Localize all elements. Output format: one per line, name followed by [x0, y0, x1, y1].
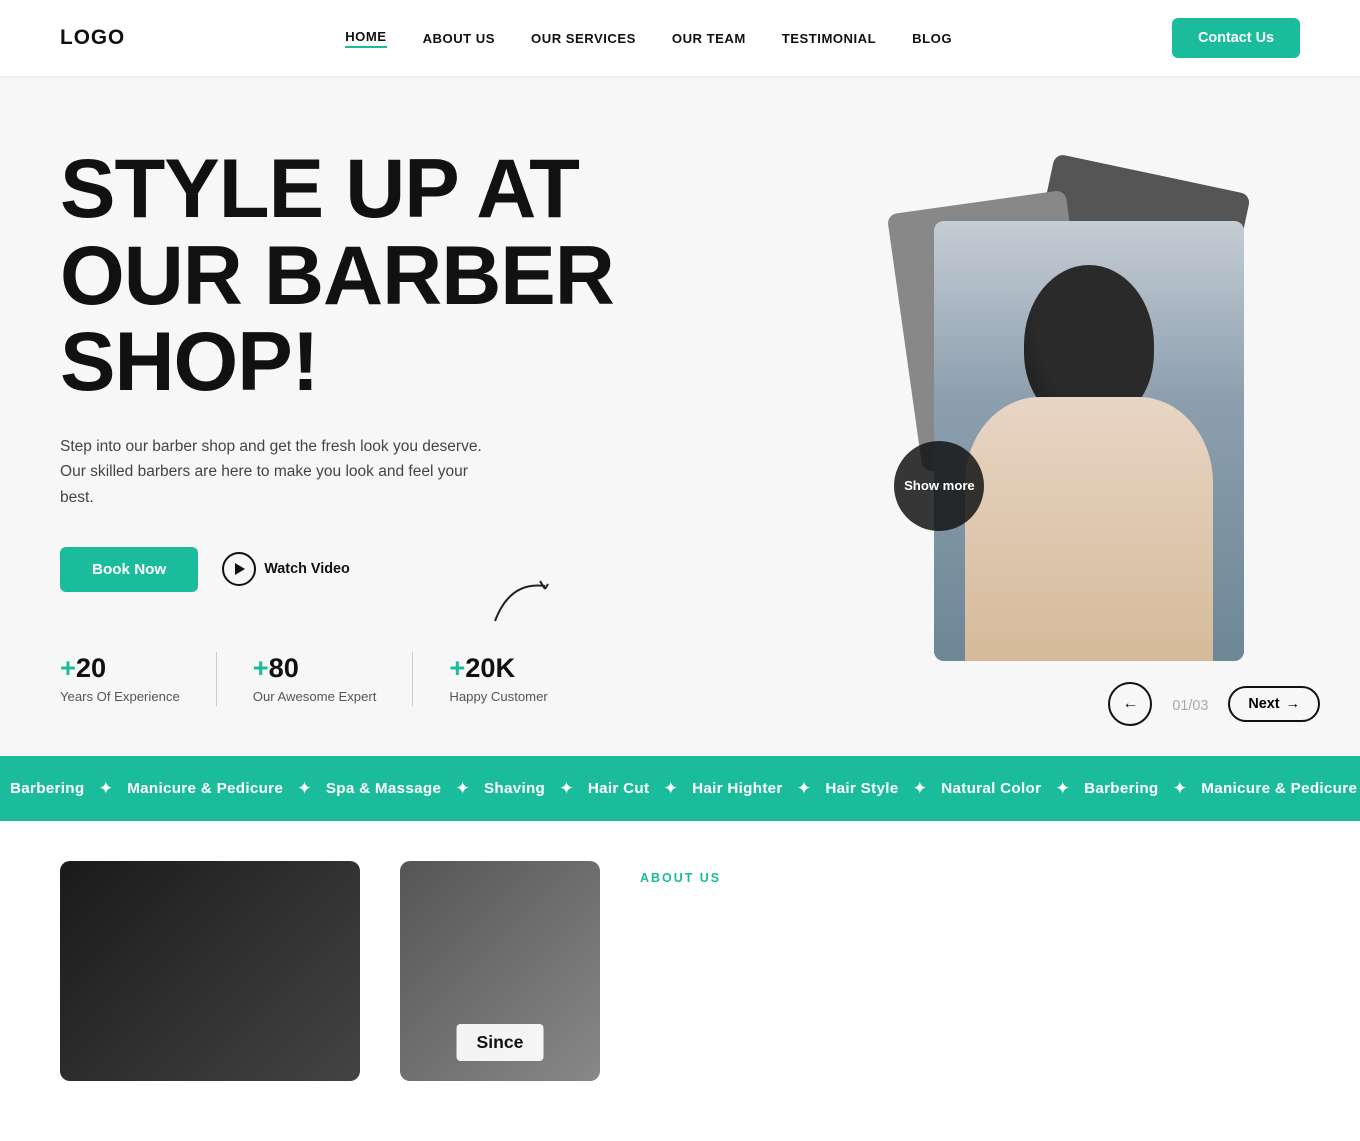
ticker-item-7: Natural Color	[931, 780, 1051, 797]
person-silhouette	[934, 221, 1244, 661]
nav-item-home[interactable]: HOME	[345, 29, 386, 48]
ticker-separator: ✦	[797, 778, 812, 799]
about-label: ABOUT US	[640, 871, 1300, 885]
ticker-item-0: Barbering	[1074, 780, 1168, 797]
header: LOGO HOME ABOUT US OUR SERVICES OUR TEAM TES…	[0, 0, 1360, 76]
stat-number-1: +80	[253, 652, 377, 684]
photo-stack: Show more	[904, 171, 1244, 691]
hero-left: STYLE UP AT OUR BARBER SHOP! Step into o…	[0, 76, 789, 756]
next-label: Next	[1248, 696, 1279, 712]
main-nav: HOME ABOUT US OUR SERVICES OUR TEAM TESTIMON…	[345, 29, 952, 48]
decorative-arrow	[490, 571, 840, 636]
ticker-separator: ✦	[663, 778, 678, 799]
ticker-separator: ✦	[297, 778, 312, 799]
watch-video-button[interactable]: Watch Video	[222, 552, 350, 586]
stat-label-0: Years Of Experience	[60, 688, 180, 706]
video-button-label: Watch Video	[264, 561, 350, 577]
ticker-item-2: Spa & Massage	[316, 780, 451, 797]
ticker-inner: Barbering✦Manicure & Pedicure✦Spa & Mass…	[0, 778, 1360, 799]
hero-right: Show more ← 01/03 Next →	[789, 76, 1360, 756]
arrow-right-icon: →	[1286, 696, 1300, 712]
hero-title: STYLE UP AT OUR BARBER SHOP!	[60, 146, 729, 406]
ticker-item-3: Shaving	[474, 780, 555, 797]
ticker-separator: ✦	[1055, 778, 1070, 799]
logo[interactable]: LOGO	[60, 26, 125, 50]
about-image-right: Since	[400, 861, 600, 1081]
stat-label-1: Our Awesome Expert	[253, 688, 377, 706]
nav-item-blog[interactable]: BLOG	[912, 31, 952, 46]
current-page: 01/	[1172, 698, 1192, 714]
play-icon	[222, 552, 256, 586]
ticker-item-1: Manicure & Pedicure	[117, 780, 293, 797]
ticker-separator: ✦	[1173, 778, 1188, 799]
book-now-button[interactable]: Book Now	[60, 547, 198, 592]
stat-item-2: +20K Happy Customer	[449, 652, 583, 706]
arrow-left-icon: ←	[1122, 695, 1138, 713]
hero-pagination: ← 01/03 Next →	[1108, 682, 1320, 726]
nav-item-our-services[interactable]: OUR SERVICES	[531, 31, 636, 46]
stat-number-2: +20K	[449, 652, 547, 684]
stats-row: +20 Years Of Experience +80 Our Awesome Exp…	[60, 652, 729, 706]
about-preview-section: Since ABOUT US	[0, 821, 1360, 1141]
ticker-separator: ✦	[455, 778, 470, 799]
back-button[interactable]: ←	[1108, 682, 1152, 726]
page-counter: 01/03	[1172, 694, 1208, 715]
ticker-item-1: Manicure & Pedicure	[1191, 780, 1360, 797]
nav-item-our-team[interactable]: OUR TEAM	[672, 31, 746, 46]
ticker-separator: ✦	[98, 778, 113, 799]
show-more-button[interactable]: Show more	[894, 441, 984, 531]
ticker-item-4: Hair Cut	[578, 780, 659, 797]
stat-label-2: Happy Customer	[449, 688, 547, 706]
next-button[interactable]: Next →	[1228, 686, 1320, 722]
stat-item-1: +80 Our Awesome Expert	[253, 652, 414, 706]
hero-section: STYLE UP AT OUR BARBER SHOP! Step into o…	[0, 76, 1360, 756]
photo-main	[934, 221, 1244, 661]
ticker-separator: ✦	[559, 778, 574, 799]
hero-description: Step into our barber shop and get the fr…	[60, 434, 500, 511]
ticker-item-0: Barbering	[0, 780, 94, 797]
about-image-left	[60, 861, 360, 1081]
services-ticker: Barbering✦Manicure & Pedicure✦Spa & Mass…	[0, 756, 1360, 821]
total-pages: 03	[1192, 698, 1208, 714]
stat-number-0: +20	[60, 652, 180, 684]
ticker-separator: ✦	[912, 778, 927, 799]
stat-item-0: +20 Years Of Experience	[60, 652, 217, 706]
contact-button[interactable]: Contact Us	[1172, 18, 1300, 58]
about-text: ABOUT US	[640, 861, 1300, 895]
since-badge: Since	[457, 1024, 544, 1061]
nav-item-testimonial[interactable]: TESTIMONIAL	[782, 31, 876, 46]
ticker-item-6: Hair Style	[815, 780, 908, 797]
ticker-item-5: Hair Highter	[682, 780, 793, 797]
arrow-svg	[490, 571, 570, 631]
nav-item-about-us[interactable]: ABOUT US	[423, 31, 495, 46]
